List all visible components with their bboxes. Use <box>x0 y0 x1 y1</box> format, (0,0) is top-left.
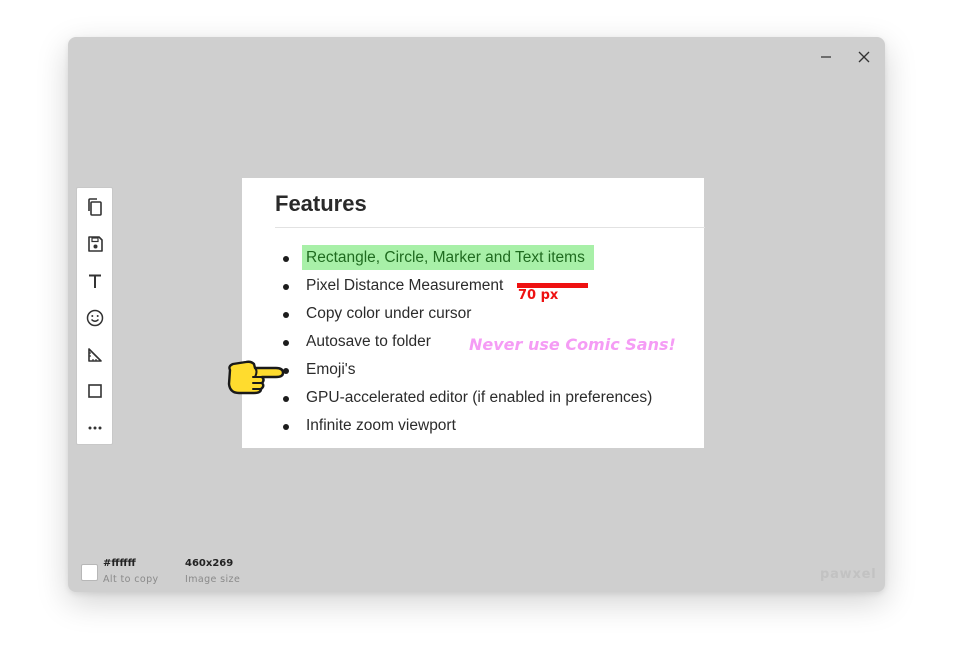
heading-divider <box>275 227 705 228</box>
measure-icon <box>88 348 102 362</box>
emoji-tool[interactable] <box>82 305 108 331</box>
minimize-button[interactable] <box>813 46 839 68</box>
save-icon <box>88 236 103 252</box>
text-icon <box>89 274 101 288</box>
screenshot-image[interactable]: Features Rectangle, Circle, Marker and T… <box>242 178 705 448</box>
color-label: Alt to copy <box>103 574 159 585</box>
close-button[interactable] <box>851 46 877 68</box>
list-item: Copy color under cursor <box>274 300 652 328</box>
list-item: Pixel Distance Measurement <box>274 272 652 300</box>
copy-icon <box>88 198 102 216</box>
brand-logo: pawxel <box>820 567 877 582</box>
color-swatch[interactable] <box>81 564 98 581</box>
measurement-label: 70 px <box>518 288 559 303</box>
measure-tool[interactable] <box>82 342 108 368</box>
tool-palette <box>76 187 113 445</box>
list-item: Emoji's <box>274 356 652 384</box>
list-item: Infinite zoom viewport <box>274 412 652 440</box>
rectangle-icon <box>88 384 102 398</box>
color-value: #ffffff <box>103 558 136 569</box>
list-item: Rectangle, Circle, Marker and Text items <box>274 244 652 272</box>
image-size-label: Image size <box>185 574 241 585</box>
list-item: GPU-accelerated editor (if enabled in pr… <box>274 384 652 412</box>
pawxel-window: Features Rectangle, Circle, Marker and T… <box>68 37 885 592</box>
emoji-icon <box>86 309 104 327</box>
pointing-hand-emoji[interactable] <box>224 356 286 396</box>
copy-tool[interactable] <box>82 194 108 220</box>
close-icon <box>858 51 870 63</box>
features-heading: Features <box>275 191 367 216</box>
minimize-icon <box>821 56 831 58</box>
more-icon <box>88 426 102 430</box>
image-size-value: 460x269 <box>185 558 234 569</box>
status-bar: #ffffff Alt to copy 460x269 Image size <box>81 558 321 588</box>
text-tool[interactable] <box>82 268 108 294</box>
save-tool[interactable] <box>82 231 108 257</box>
more-tool[interactable] <box>82 415 108 441</box>
rectangle-tool[interactable] <box>82 378 108 404</box>
comic-text-annotation[interactable]: Never use Comic Sans! <box>469 335 676 354</box>
